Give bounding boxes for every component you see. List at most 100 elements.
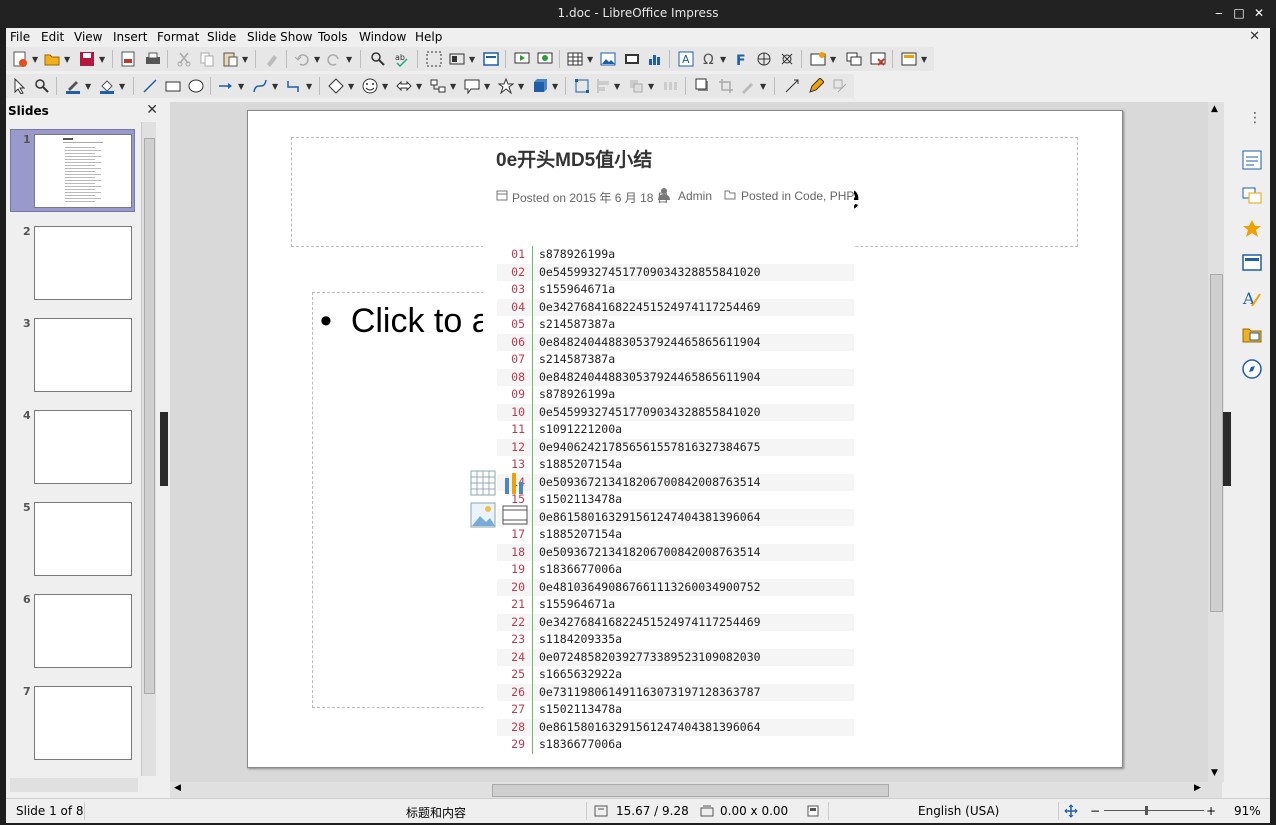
properties-icon[interactable] (1242, 150, 1262, 170)
select-arrow-icon[interactable] (12, 78, 28, 94)
edit-vertical-scrollbar[interactable]: ▲ ▼ (1208, 102, 1224, 782)
language-status[interactable]: English (USA) (918, 804, 999, 818)
crop-icon[interactable] (718, 78, 734, 94)
line-color-dropdown-icon[interactable]: ▼ (85, 82, 91, 91)
align-dropdown-icon[interactable]: ▼ (614, 82, 620, 91)
close-document-icon[interactable]: ✕ (1249, 29, 1260, 44)
slide-thumbnail-1[interactable] (34, 134, 132, 208)
special-char-dropdown-icon[interactable]: ▼ (720, 55, 726, 64)
menu-edit[interactable]: Edit (41, 30, 64, 44)
callouts-dropdown-icon[interactable]: ▼ (484, 82, 490, 91)
line-icon[interactable] (142, 78, 158, 94)
callouts-icon[interactable] (464, 78, 480, 94)
basic-shapes-dropdown-icon[interactable]: ▼ (348, 82, 354, 91)
duplicate-slide-icon[interactable] (846, 51, 862, 67)
3d-dropdown-icon[interactable]: ▼ (552, 82, 558, 91)
paste-icon[interactable] (222, 51, 238, 67)
redo-dropdown-icon[interactable]: ▼ (346, 55, 352, 64)
curves-dropdown-icon[interactable]: ▼ (272, 82, 278, 91)
zoom-out-icon[interactable]: − (1090, 804, 1100, 818)
arrange-icon[interactable] (628, 78, 644, 94)
line-color-icon[interactable] (65, 78, 81, 94)
slide-transition-icon[interactable] (1242, 185, 1262, 205)
display-views-icon[interactable] (449, 51, 465, 67)
insert-audio-video-icon[interactable] (502, 502, 528, 528)
insert-chart-icon[interactable] (502, 470, 528, 496)
menu-insert[interactable]: Insert (113, 30, 147, 44)
gallery-icon[interactable] (1242, 324, 1262, 344)
master-slide-icon[interactable] (483, 51, 499, 67)
redo-icon[interactable] (326, 51, 342, 67)
layout-dropdown-icon[interactable]: ▼ (921, 55, 927, 64)
3d-objects-icon[interactable] (532, 78, 548, 94)
menu-window[interactable]: Window (359, 30, 406, 44)
export-pdf-icon[interactable] (120, 51, 136, 67)
fontwork-icon[interactable]: F (733, 51, 749, 67)
table-dropdown-icon[interactable]: ▼ (587, 55, 593, 64)
show-draw-functions-icon[interactable] (808, 78, 824, 94)
save-icon[interactable] (79, 51, 95, 67)
save-dropdown-icon[interactable]: ▼ (99, 55, 105, 64)
insert-table-icon[interactable] (470, 470, 496, 496)
image-icon[interactable] (600, 51, 616, 67)
arrange-dropdown-icon[interactable]: ▼ (648, 82, 654, 91)
undo-dropdown-icon[interactable]: ▼ (314, 55, 320, 64)
sidebar-menu-icon[interactable]: ⋮ (1248, 110, 1262, 126)
zoom-slider-handle[interactable] (1145, 806, 1148, 815)
slides-scroll-thumb[interactable] (144, 138, 155, 694)
start-first-slide-icon[interactable] (514, 51, 530, 67)
slides-vertical-scrollbar[interactable] (141, 122, 156, 776)
connectors-icon[interactable] (286, 78, 302, 94)
fill-color-dropdown-icon[interactable]: ▼ (119, 82, 125, 91)
menu-slide-show[interactable]: Slide Show (247, 30, 312, 44)
points-icon[interactable] (574, 78, 590, 94)
menu-format[interactable]: Format (157, 30, 199, 44)
flowchart-icon[interactable] (430, 78, 446, 94)
copy-icon[interactable] (199, 51, 215, 67)
zoom-pan-icon[interactable] (34, 78, 50, 94)
insert-image-icon[interactable] (470, 502, 496, 528)
menu-help[interactable]: Help (415, 30, 442, 44)
block-arrows-icon[interactable] (396, 78, 412, 94)
slide-thumbnail-3[interactable] (34, 318, 132, 392)
views-dropdown-icon[interactable]: ▼ (469, 55, 475, 64)
content-bullet-text[interactable]: • Click to a (320, 302, 491, 341)
symbol-dropdown-icon[interactable]: ▼ (382, 82, 388, 91)
ellipse-icon[interactable] (188, 78, 204, 94)
table-icon[interactable] (567, 51, 583, 67)
undo-icon[interactable] (294, 51, 310, 67)
slides-horizontal-scrollbar[interactable] (10, 778, 138, 792)
slide-thumbnail-2[interactable] (34, 226, 132, 300)
start-current-slide-icon[interactable] (537, 51, 553, 67)
flowchart-dropdown-icon[interactable]: ▼ (450, 82, 456, 91)
stars-dropdown-icon[interactable]: ▼ (518, 82, 524, 91)
slide-thumbnail-4[interactable] (34, 410, 132, 484)
scroll-down-arrow-icon[interactable]: ▼ (1211, 768, 1218, 778)
spelling-icon[interactable]: ab (394, 51, 410, 67)
lines-arrows-icon[interactable] (218, 78, 234, 94)
hyperlink-icon[interactable] (756, 51, 772, 67)
scroll-left-arrow-icon[interactable]: ◀ (174, 783, 181, 793)
open-folder-icon[interactable] (44, 51, 60, 67)
slide-thumbnail-6[interactable] (34, 594, 132, 668)
edit-horizontal-scrollbar[interactable]: ◀ ▶ (170, 782, 1222, 798)
fit-slide-icon[interactable] (1064, 804, 1078, 818)
zoom-slider[interactable] (1104, 810, 1204, 811)
fill-color-icon[interactable] (99, 78, 115, 94)
chart-icon[interactable] (647, 51, 663, 67)
animation-icon[interactable] (1242, 219, 1262, 239)
styles-icon[interactable]: A (1242, 288, 1262, 308)
align-objects-icon[interactable] (596, 78, 612, 94)
navigator-icon[interactable] (1242, 359, 1262, 379)
slide-thumbnail-7[interactable] (34, 686, 132, 760)
find-replace-icon[interactable] (370, 51, 386, 67)
menu-file[interactable]: File (10, 30, 30, 44)
filter-dropdown-icon[interactable]: ▼ (760, 82, 766, 91)
connectors-dropdown-icon[interactable]: ▼ (306, 82, 312, 91)
distribute-icon[interactable] (662, 78, 678, 94)
new-dropdown-icon[interactable]: ▼ (32, 55, 38, 64)
cut-icon[interactable] (176, 51, 192, 67)
display-grid-icon[interactable] (426, 51, 442, 67)
symbol-shapes-icon[interactable] (362, 78, 378, 94)
open-dropdown-icon[interactable]: ▼ (64, 55, 70, 64)
